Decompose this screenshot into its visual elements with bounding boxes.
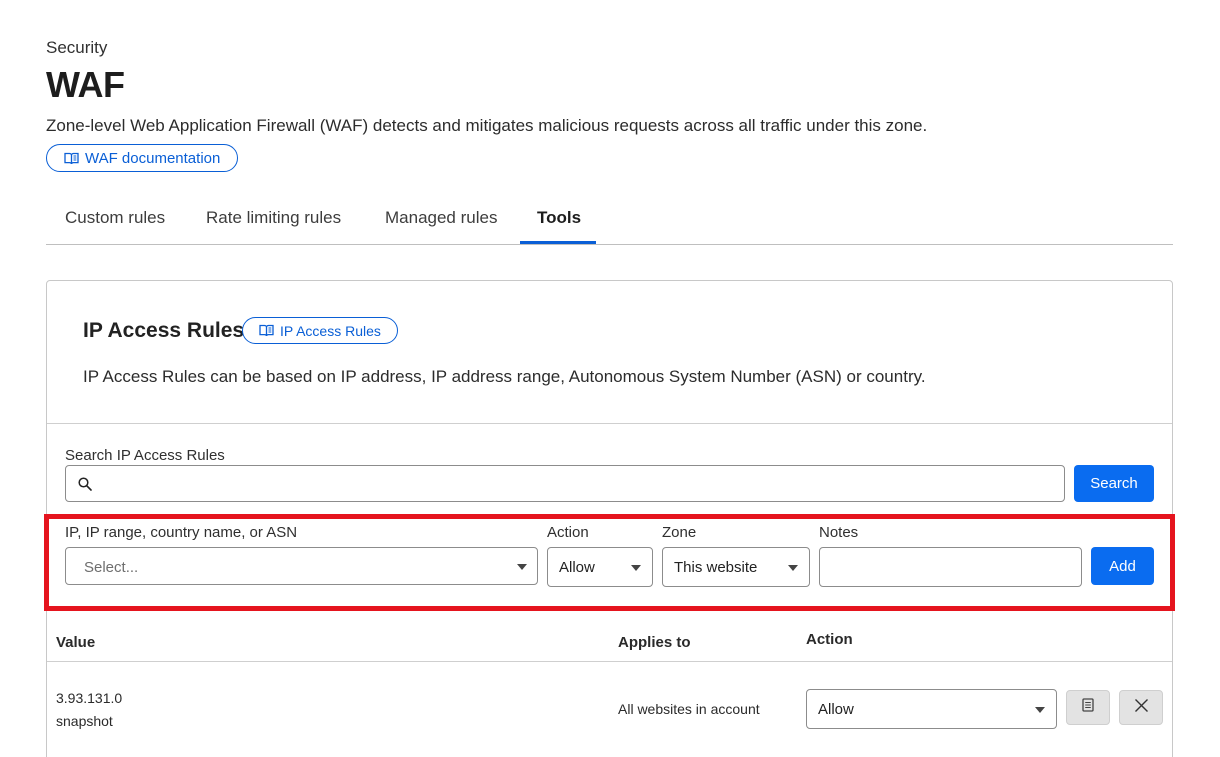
search-button[interactable]: Search — [1074, 465, 1154, 502]
notes-label: Notes — [819, 524, 859, 541]
action-label: Action — [547, 524, 589, 541]
note-icon — [1082, 698, 1094, 717]
row-note: snapshot — [56, 713, 113, 729]
breadcrumb[interactable]: Security — [46, 38, 107, 58]
column-header-applies-to[interactable]: Applies to — [618, 634, 691, 651]
card-header: IP Access Rules IP Access Rules IP Acces… — [47, 281, 1172, 424]
chevron-down-icon — [1035, 707, 1045, 713]
ip-field-label: IP, IP range, country name, or ASN — [65, 524, 298, 541]
page-description: Zone-level Web Application Firewall (WAF… — [46, 116, 928, 135]
row-value: 3.93.131.0 — [56, 690, 123, 706]
zone-select[interactable]: This website — [662, 547, 810, 587]
page-title: WAF — [46, 64, 125, 105]
book-icon — [64, 152, 79, 165]
notes-input[interactable] — [820, 548, 1081, 586]
ip-select-placeholder: Select... — [84, 559, 139, 576]
card-description: IP Access Rules can be based on IP addre… — [83, 367, 926, 386]
chevron-down-icon — [517, 564, 527, 570]
tab-managed-rules[interactable]: Managed rules — [385, 208, 497, 228]
active-tab-indicator — [520, 241, 596, 244]
close-icon — [1134, 698, 1149, 718]
tab-bar: Custom rules Rate limiting rules Managed… — [46, 196, 1173, 245]
zone-select-value: This website — [674, 559, 758, 576]
ip-access-rules-doc-link[interactable]: IP Access Rules — [242, 317, 398, 344]
tab-tools[interactable]: Tools — [537, 208, 581, 228]
book-icon — [259, 324, 274, 337]
search-input[interactable] — [102, 466, 1052, 501]
action-select[interactable]: Allow — [547, 547, 653, 587]
column-header-action[interactable]: Action — [806, 631, 853, 648]
card-title: IP Access Rules — [83, 319, 245, 342]
ip-access-rules-card: IP Access Rules IP Access Rules IP Acces… — [44, 280, 1175, 757]
notes-field[interactable] — [819, 547, 1082, 587]
search-icon — [78, 477, 92, 496]
add-button[interactable]: Add — [1091, 547, 1154, 585]
search-label: Search IP Access Rules — [65, 447, 225, 464]
row-action-value: Allow — [818, 701, 854, 718]
ip-access-rules-doc-label: IP Access Rules — [280, 322, 381, 339]
row-applies-to: All websites in account — [618, 701, 760, 717]
tab-rate-limiting-rules[interactable]: Rate limiting rules — [206, 208, 341, 228]
waf-documentation-link[interactable]: WAF documentation — [46, 144, 239, 172]
action-select-value: Allow — [559, 559, 595, 576]
ip-select[interactable]: Select... — [65, 547, 538, 585]
waf-documentation-label: WAF documentation — [85, 149, 221, 167]
chevron-down-icon — [788, 565, 798, 571]
column-header-value[interactable]: Value — [56, 634, 95, 651]
table-header: Value Applies to Action — [47, 620, 1172, 662]
edit-note-button[interactable] — [1066, 690, 1110, 725]
chevron-down-icon — [631, 565, 641, 571]
row-action-select[interactable]: Allow — [806, 689, 1057, 729]
search-field[interactable] — [65, 465, 1065, 502]
delete-rule-button[interactable] — [1119, 690, 1163, 725]
zone-label: Zone — [662, 524, 697, 541]
tab-custom-rules[interactable]: Custom rules — [65, 208, 165, 228]
